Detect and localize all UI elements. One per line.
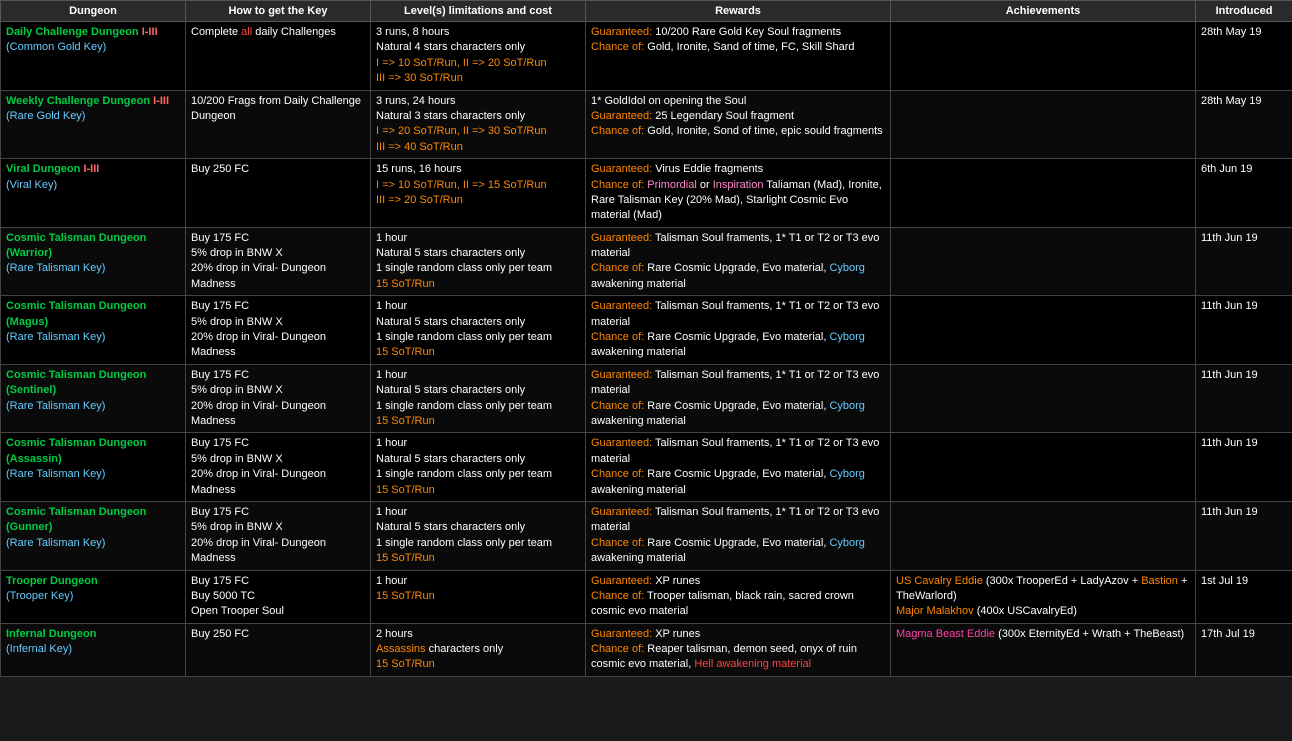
- introduced-cell: 17th Jul 19: [1196, 623, 1292, 676]
- table-row: Cosmic Talisman Dungeon (Magus)(Rare Tal…: [1, 296, 1292, 365]
- table-row: Viral Dungeon I-III(Viral Key)Buy 250 FC…: [1, 159, 1292, 228]
- table-row: Weekly Challenge Dungeon I-III(Rare Gold…: [1, 90, 1292, 159]
- introduced-cell: 6th Jun 19: [1196, 159, 1292, 228]
- introduced-cell: 11th Jun 19: [1196, 227, 1292, 296]
- level-cell: 3 runs, 8 hoursNatural 4 stars character…: [371, 22, 586, 91]
- table-row: Infernal Dungeon(Infernal Key)Buy 250 FC…: [1, 623, 1292, 676]
- header-achievements: Achievements: [891, 1, 1196, 22]
- key-cell: Buy 175 FC5% drop in BNW X20% drop in Vi…: [186, 433, 371, 502]
- dungeon-cell: Trooper Dungeon(Trooper Key): [1, 570, 186, 623]
- rewards-cell: Guaranteed: Virus Eddie fragmentsChance …: [586, 159, 891, 228]
- achievements-cell: [891, 296, 1196, 365]
- level-cell: 3 runs, 24 hoursNatural 3 stars characte…: [371, 90, 586, 159]
- dungeon-cell: Viral Dungeon I-III(Viral Key): [1, 159, 186, 228]
- header-dungeon: Dungeon: [1, 1, 186, 22]
- key-cell: Buy 250 FC: [186, 159, 371, 228]
- table-row: Cosmic Talisman Dungeon (Warrior)(Rare T…: [1, 227, 1292, 296]
- introduced-cell: 28th May 19: [1196, 90, 1292, 159]
- level-cell: 15 runs, 16 hoursI => 10 SoT/Run, II => …: [371, 159, 586, 228]
- introduced-cell: 11th Jun 19: [1196, 364, 1292, 433]
- header-rewards: Rewards: [586, 1, 891, 22]
- rewards-cell: Guaranteed: XP runesChance of: Trooper t…: [586, 570, 891, 623]
- key-cell: Buy 175 FC5% drop in BNW X20% drop in Vi…: [186, 364, 371, 433]
- rewards-cell: Guaranteed: Talisman Soul framents, 1* T…: [586, 433, 891, 502]
- rewards-cell: 1* GoldIdol on opening the SoulGuarantee…: [586, 90, 891, 159]
- level-cell: 2 hoursAssassins characters only15 SoT/R…: [371, 623, 586, 676]
- dungeon-cell: Daily Challenge Dungeon I-III(Common Gol…: [1, 22, 186, 91]
- achievements-cell: [891, 22, 1196, 91]
- dungeon-cell: Infernal Dungeon(Infernal Key): [1, 623, 186, 676]
- achievements-cell: [891, 501, 1196, 570]
- header-level: Level(s) limitations and cost: [371, 1, 586, 22]
- header-introduced: Introduced: [1196, 1, 1292, 22]
- key-cell: Buy 250 FC: [186, 623, 371, 676]
- level-cell: 1 hourNatural 5 stars characters only1 s…: [371, 227, 586, 296]
- dungeon-cell: Cosmic Talisman Dungeon (Gunner)(Rare Ta…: [1, 501, 186, 570]
- level-cell: 1 hourNatural 5 stars characters only1 s…: [371, 501, 586, 570]
- level-cell: 1 hourNatural 5 stars characters only1 s…: [371, 433, 586, 502]
- introduced-cell: 28th May 19: [1196, 22, 1292, 91]
- achievements-cell: [891, 364, 1196, 433]
- introduced-cell: 11th Jun 19: [1196, 296, 1292, 365]
- level-cell: 1 hourNatural 5 stars characters only1 s…: [371, 296, 586, 365]
- dungeon-cell: Cosmic Talisman Dungeon (Warrior)(Rare T…: [1, 227, 186, 296]
- table-row: Cosmic Talisman Dungeon (Gunner)(Rare Ta…: [1, 501, 1292, 570]
- key-cell: 10/200 Frags from Daily Challenge Dungeo…: [186, 90, 371, 159]
- achievements-cell: [891, 227, 1196, 296]
- achievements-cell: [891, 433, 1196, 502]
- achievements-cell: [891, 90, 1196, 159]
- dungeon-cell: Cosmic Talisman Dungeon (Assassin)(Rare …: [1, 433, 186, 502]
- rewards-cell: Guaranteed: Talisman Soul framents, 1* T…: [586, 227, 891, 296]
- key-cell: Complete all daily Challenges: [186, 22, 371, 91]
- dungeon-cell: Cosmic Talisman Dungeon (Magus)(Rare Tal…: [1, 296, 186, 365]
- table-row: Cosmic Talisman Dungeon (Sentinel)(Rare …: [1, 364, 1292, 433]
- table-row: Daily Challenge Dungeon I-III(Common Gol…: [1, 22, 1292, 91]
- dungeon-cell: Cosmic Talisman Dungeon (Sentinel)(Rare …: [1, 364, 186, 433]
- level-cell: 1 hour15 SoT/Run: [371, 570, 586, 623]
- achievements-cell: Magma Beast Eddie (300x EternityEd + Wra…: [891, 623, 1196, 676]
- rewards-cell: Guaranteed: Talisman Soul framents, 1* T…: [586, 501, 891, 570]
- dungeon-table: Dungeon How to get the Key Level(s) limi…: [0, 0, 1292, 677]
- table-row: Trooper Dungeon(Trooper Key)Buy 175 FCBu…: [1, 570, 1292, 623]
- introduced-cell: 11th Jun 19: [1196, 501, 1292, 570]
- key-cell: Buy 175 FCBuy 5000 TCOpen Trooper Soul: [186, 570, 371, 623]
- header-key: How to get the Key: [186, 1, 371, 22]
- rewards-cell: Guaranteed: XP runesChance of: Reaper ta…: [586, 623, 891, 676]
- table-row: Cosmic Talisman Dungeon (Assassin)(Rare …: [1, 433, 1292, 502]
- achievements-cell: [891, 159, 1196, 228]
- achievements-cell: US Cavalry Eddie (300x TrooperEd + LadyA…: [891, 570, 1196, 623]
- key-cell: Buy 175 FC5% drop in BNW X20% drop in Vi…: [186, 501, 371, 570]
- rewards-cell: Guaranteed: 10/200 Rare Gold Key Soul fr…: [586, 22, 891, 91]
- rewards-cell: Guaranteed: Talisman Soul framents, 1* T…: [586, 364, 891, 433]
- introduced-cell: 1st Jul 19: [1196, 570, 1292, 623]
- key-cell: Buy 175 FC5% drop in BNW X20% drop in Vi…: [186, 296, 371, 365]
- dungeon-cell: Weekly Challenge Dungeon I-III(Rare Gold…: [1, 90, 186, 159]
- key-cell: Buy 175 FC5% drop in BNW X20% drop in Vi…: [186, 227, 371, 296]
- level-cell: 1 hourNatural 5 stars characters only1 s…: [371, 364, 586, 433]
- introduced-cell: 11th Jun 19: [1196, 433, 1292, 502]
- rewards-cell: Guaranteed: Talisman Soul framents, 1* T…: [586, 296, 891, 365]
